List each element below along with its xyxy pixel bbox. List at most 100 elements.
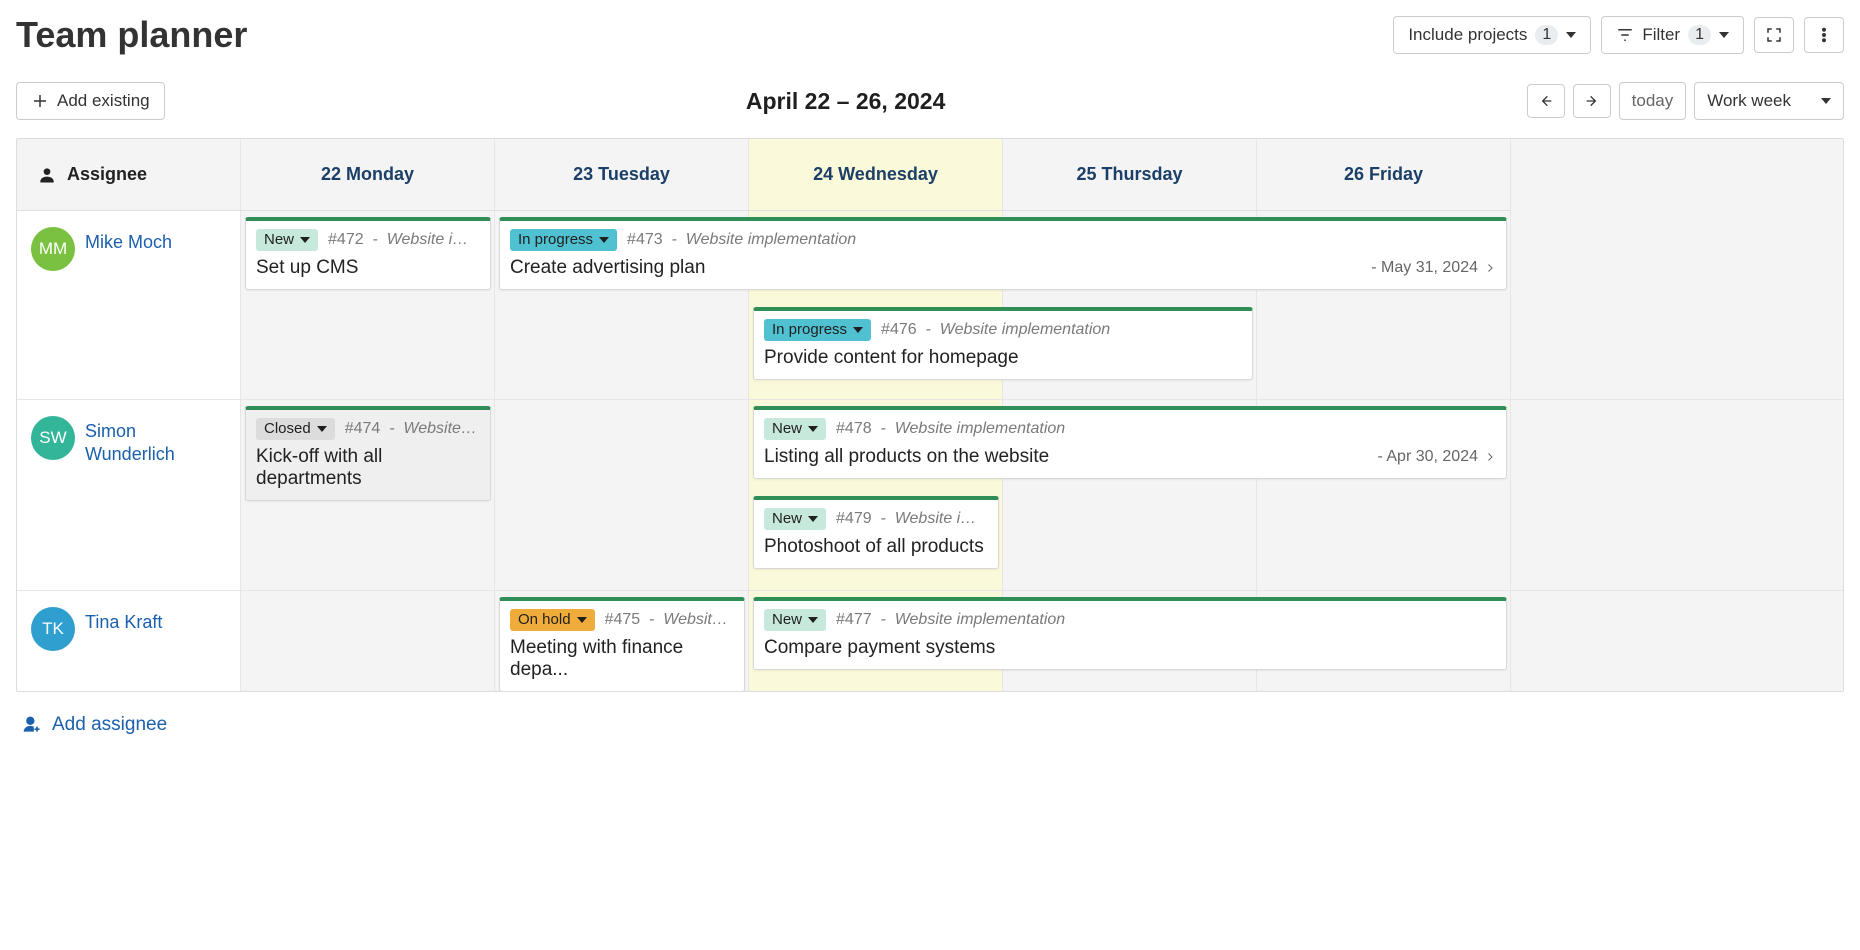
status-badge[interactable]: New: [256, 229, 318, 251]
chevron-down-icon: [1566, 32, 1576, 38]
include-projects-count: 1: [1535, 25, 1558, 45]
add-existing-button[interactable]: Add existing: [16, 82, 165, 120]
assignee-cell[interactable]: SWSimon Wunderlich: [17, 400, 241, 590]
card-title: Kick-off with all departments: [256, 446, 480, 490]
card-reference: #474 - Website i...: [345, 420, 480, 438]
assignee-row: SWSimon WunderlichClosed #474 - Website …: [17, 400, 1843, 591]
work-package-card[interactable]: Closed #474 - Website i... Kick-off with …: [245, 406, 491, 501]
chevron-down-icon: [808, 617, 818, 623]
assignee-header-label: Assignee: [67, 164, 147, 185]
assignee-lane[interactable]: New #472 - Website impl... Set up CMS In p…: [241, 211, 1843, 399]
column-header-day[interactable]: 24 Wednesday: [749, 139, 1003, 211]
card-reference: #476 - Website implementation: [881, 321, 1110, 339]
today-label: today: [1632, 91, 1674, 111]
card-title: Compare payment systems: [764, 637, 995, 659]
expand-icon: [1765, 26, 1783, 44]
chevron-right-icon: [1484, 451, 1496, 463]
card-title: Set up CMS: [256, 257, 358, 279]
view-mode-label: Work week: [1707, 91, 1791, 111]
chevron-down-icon: [317, 426, 327, 432]
card-reference: #477 - Website implementation: [836, 611, 1065, 629]
status-badge[interactable]: New: [764, 508, 826, 530]
status-badge[interactable]: New: [764, 609, 826, 631]
assignee-cell[interactable]: TK Tina Kraft: [17, 591, 241, 691]
page-title: Team planner: [16, 14, 1393, 56]
avatar: TK: [31, 607, 75, 651]
status-badge[interactable]: On hold: [510, 609, 595, 631]
work-package-card[interactable]: New #479 - Website impl... Photoshoot of …: [753, 496, 999, 569]
kebab-menu-button[interactable]: [1804, 17, 1844, 53]
next-period-button[interactable]: [1573, 84, 1611, 118]
card-title: Provide content for homepage: [764, 347, 1019, 369]
person-icon: [37, 165, 57, 185]
chevron-down-icon: [808, 426, 818, 432]
chevron-down-icon: [853, 327, 863, 333]
add-assignee-label: Add assignee: [52, 714, 167, 736]
column-header-day[interactable]: 25 Thursday: [1003, 139, 1257, 211]
work-package-card[interactable]: New #477 - Website implementation Compare…: [753, 597, 1507, 670]
chevron-down-icon: [599, 237, 609, 243]
filter-count: 1: [1688, 25, 1711, 45]
add-user-icon: [22, 715, 42, 735]
date-range-label: April 22 – 26, 2024: [165, 88, 1527, 115]
assignee-row: MM Mike Moch New #472 - Website impl... Set…: [17, 211, 1843, 400]
work-package-card[interactable]: In progress #473 - Website implementatio…: [499, 217, 1507, 290]
arrow-left-icon: [1538, 93, 1554, 109]
assignee-lane[interactable]: Closed #474 - Website i... Kick-off with …: [241, 400, 1843, 590]
prev-period-button[interactable]: [1527, 84, 1565, 118]
today-button[interactable]: today: [1619, 82, 1687, 120]
include-projects-label: Include projects: [1408, 25, 1527, 45]
chevron-down-icon: [577, 617, 587, 623]
card-reference: #478 - Website implementation: [836, 420, 1065, 438]
view-mode-dropdown[interactable]: Work week: [1694, 82, 1844, 120]
card-extends-indicator: - May 31, 2024: [1371, 259, 1496, 277]
add-assignee-button[interactable]: Add assignee: [16, 714, 167, 736]
card-reference: #475 - Website i...: [605, 611, 734, 629]
filter-label: Filter: [1642, 25, 1680, 45]
card-reference: #479 - Website impl...: [836, 510, 988, 528]
chevron-down-icon: [1719, 32, 1729, 38]
assignee-name: Simon Wunderlich: [85, 416, 226, 465]
column-header-assignee: Assignee: [17, 139, 241, 211]
filter-icon: [1616, 26, 1634, 44]
chevron-down-icon: [1821, 98, 1831, 104]
column-header-day[interactable]: 22 Monday: [241, 139, 495, 211]
work-package-card[interactable]: On hold #475 - Website i... Meeting with …: [499, 597, 745, 692]
work-package-card[interactable]: In progress #476 - Website implementatio…: [753, 307, 1253, 380]
card-extends-indicator: - Apr 30, 2024: [1377, 448, 1496, 466]
status-badge[interactable]: In progress: [764, 319, 871, 341]
plus-icon: [31, 92, 49, 110]
include-projects-dropdown[interactable]: Include projects 1: [1393, 16, 1591, 54]
card-reference: #472 - Website impl...: [328, 231, 480, 249]
assignee-lane[interactable]: On hold #475 - Website i... Meeting with …: [241, 591, 1843, 691]
work-package-card[interactable]: New #472 - Website impl... Set up CMS: [245, 217, 491, 290]
column-header-day[interactable]: 23 Tuesday: [495, 139, 749, 211]
column-header-day[interactable]: 26 Friday: [1257, 139, 1511, 211]
fullscreen-button[interactable]: [1754, 17, 1794, 53]
assignee-row: TK Tina Kraft On hold #475 - Website i... M…: [17, 591, 1843, 691]
chevron-down-icon: [808, 516, 818, 522]
card-title: Photoshoot of all products: [764, 536, 984, 558]
status-badge[interactable]: Closed: [256, 418, 335, 440]
card-title: Create advertising plan: [510, 257, 705, 279]
planner-grid: Assignee22 Monday23 Tuesday24 Wednesday2…: [16, 138, 1844, 692]
assignee-name: Tina Kraft: [85, 607, 162, 634]
card-title: Listing all products on the website: [764, 446, 1049, 468]
card-reference: #473 - Website implementation: [627, 231, 856, 249]
work-package-card[interactable]: New #478 - Website implementation Listing…: [753, 406, 1507, 479]
arrow-right-icon: [1584, 93, 1600, 109]
card-title: Meeting with finance depa...: [510, 637, 734, 681]
chevron-right-icon: [1484, 262, 1496, 274]
lane-day-cell[interactable]: [495, 400, 749, 590]
lane-day-cell[interactable]: [241, 591, 495, 691]
assignee-name: Mike Moch: [85, 227, 172, 254]
status-badge[interactable]: In progress: [510, 229, 617, 251]
avatar: SW: [31, 416, 75, 460]
more-vertical-icon: [1815, 26, 1833, 44]
add-existing-label: Add existing: [57, 91, 150, 111]
chevron-down-icon: [300, 237, 310, 243]
assignee-cell[interactable]: MM Mike Moch: [17, 211, 241, 399]
filter-dropdown[interactable]: Filter 1: [1601, 16, 1744, 54]
avatar: MM: [31, 227, 75, 271]
status-badge[interactable]: New: [764, 418, 826, 440]
